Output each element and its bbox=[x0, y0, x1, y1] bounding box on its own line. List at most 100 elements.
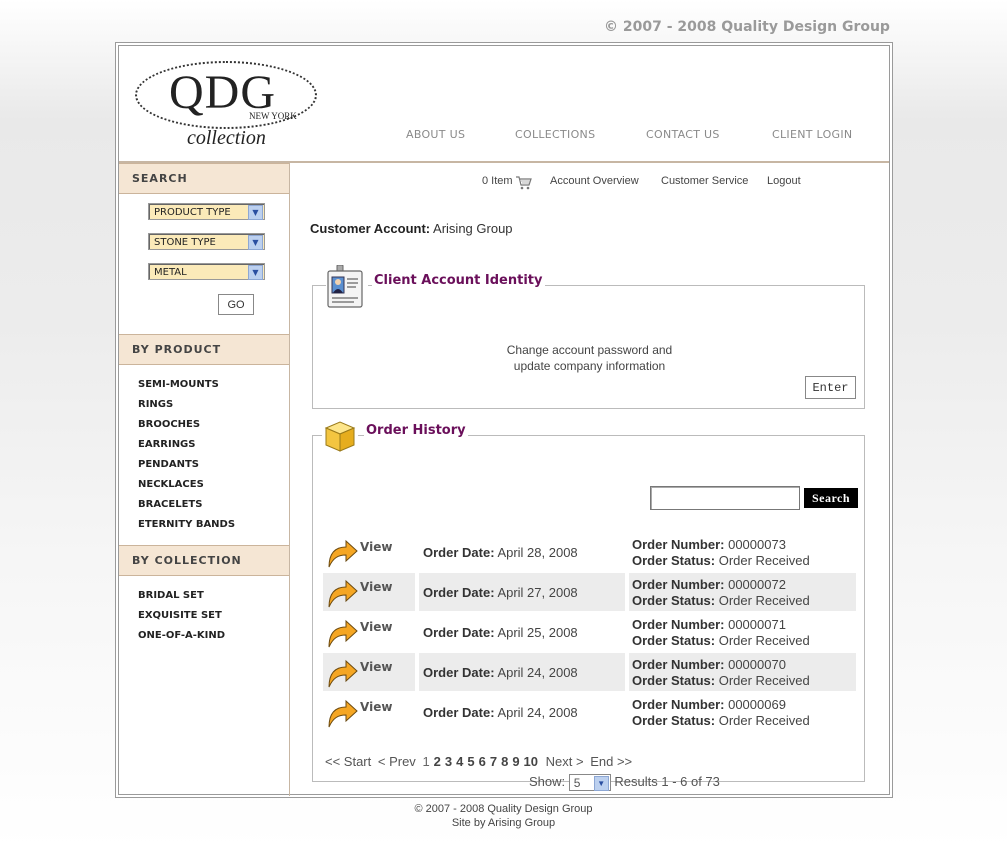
order-status-label: Order Status: bbox=[632, 633, 716, 648]
order-history-box: Order History Search View Order Date: Ap… bbox=[312, 423, 865, 792]
metal-select[interactable]: METAL ▼ bbox=[148, 263, 265, 280]
order-history-title: Order History bbox=[364, 423, 468, 438]
pager-page-5[interactable]: 5 bbox=[467, 754, 474, 769]
order-status-value: Order Received bbox=[718, 553, 810, 568]
view-arrow-icon[interactable] bbox=[326, 698, 358, 728]
product-link-bracelets[interactable]: BRACELETS bbox=[138, 495, 235, 515]
product-link-earrings[interactable]: EARRINGS bbox=[138, 435, 235, 455]
order-search-button[interactable]: Search bbox=[804, 488, 858, 508]
collection-list: BRIDAL SET EXQUISITE SET ONE-OF-A-KIND bbox=[138, 586, 225, 646]
pager-next[interactable]: Next > bbox=[546, 754, 584, 769]
view-arrow-icon[interactable] bbox=[326, 658, 358, 688]
pager-page-3[interactable]: 3 bbox=[445, 754, 452, 769]
customer-account-label: Customer Account: bbox=[310, 221, 431, 236]
product-link-eternity-bands[interactable]: ETERNITY BANDS bbox=[138, 515, 235, 535]
order-row: View Order Date: April 27, 2008 Order Nu… bbox=[323, 573, 856, 613]
chevron-down-icon: ▼ bbox=[248, 265, 263, 280]
footer-credit[interactable]: Site by Arising Group bbox=[0, 816, 1007, 830]
view-link[interactable]: View bbox=[360, 580, 392, 594]
order-status-label: Order Status: bbox=[632, 553, 716, 568]
show-count-select[interactable]: 5 ▼ bbox=[568, 774, 611, 792]
sidebar: SEARCH PRODUCT TYPE ▼ STONE TYPE ▼ METAL… bbox=[119, 163, 290, 796]
product-link-brooches[interactable]: BROOCHES bbox=[138, 415, 235, 435]
pager-page-8[interactable]: 8 bbox=[501, 754, 508, 769]
order-number-value: 00000070 bbox=[728, 657, 786, 672]
collection-link-one-of-a-kind[interactable]: ONE-OF-A-KIND bbox=[138, 626, 225, 646]
view-link[interactable]: View bbox=[360, 660, 392, 674]
client-identity-box: Client Account Identity Change account p… bbox=[312, 273, 865, 409]
enter-button[interactable]: Enter bbox=[805, 376, 856, 399]
view-arrow-icon[interactable] bbox=[326, 618, 358, 648]
pager-page-4[interactable]: 4 bbox=[456, 754, 463, 769]
client-identity-title: Client Account Identity bbox=[372, 273, 545, 288]
pager-page-10[interactable]: 10 bbox=[524, 754, 538, 769]
account-overview-link[interactable]: Account Overview bbox=[550, 175, 639, 187]
nav-contact-us[interactable]: CONTACT US bbox=[646, 128, 720, 141]
product-link-pendants[interactable]: PENDANTS bbox=[138, 455, 235, 475]
footer-copyright: © 2007 - 2008 Quality Design Group bbox=[414, 803, 593, 815]
product-link-necklaces[interactable]: NECKLACES bbox=[138, 475, 235, 495]
view-arrow-icon[interactable] bbox=[326, 538, 358, 568]
order-date-label: Order Date: bbox=[423, 585, 495, 600]
order-date-value: April 24, 2008 bbox=[497, 665, 578, 680]
footer: © 2007 - 2008 Quality Design Group Site … bbox=[0, 802, 1007, 830]
order-date-cell: Order Date: April 25, 2008 bbox=[419, 613, 625, 651]
order-date-label: Order Date: bbox=[423, 705, 495, 720]
order-status-label: Order Status: bbox=[632, 713, 716, 728]
collection-link-exquisite-set[interactable]: EXQUISITE SET bbox=[138, 606, 225, 626]
order-date-label: Order Date: bbox=[423, 665, 495, 680]
order-view-cell[interactable]: View bbox=[323, 533, 415, 571]
order-number-label: Order Number: bbox=[632, 577, 725, 592]
pager-end[interactable]: End >> bbox=[590, 754, 632, 769]
view-link[interactable]: View bbox=[360, 620, 392, 634]
order-status-value: Order Received bbox=[718, 593, 810, 608]
order-search-input[interactable] bbox=[650, 486, 800, 510]
order-info-cell: Order Number: 00000073 Order Status: Ord… bbox=[629, 533, 856, 571]
order-date-value: April 24, 2008 bbox=[497, 705, 578, 720]
show-label: Show: bbox=[529, 774, 566, 789]
stone-type-select-value: STONE TYPE bbox=[154, 237, 216, 248]
order-view-cell[interactable]: View bbox=[323, 653, 415, 691]
order-number-label: Order Number: bbox=[632, 657, 725, 672]
product-link-rings[interactable]: RINGS bbox=[138, 395, 235, 415]
order-list: View Order Date: April 28, 2008 Order Nu… bbox=[323, 533, 856, 733]
pager-page-7[interactable]: 7 bbox=[490, 754, 497, 769]
order-number-value: 00000072 bbox=[728, 577, 786, 592]
show-count-value: 5 bbox=[573, 776, 581, 791]
customer-service-link[interactable]: Customer Service bbox=[661, 175, 748, 187]
product-type-select[interactable]: PRODUCT TYPE ▼ bbox=[148, 203, 265, 220]
view-arrow-icon[interactable] bbox=[326, 578, 358, 608]
search-heading: SEARCH bbox=[119, 163, 289, 194]
order-date-cell: Order Date: April 27, 2008 bbox=[419, 573, 625, 611]
nav-collections[interactable]: COLLECTIONS bbox=[515, 128, 595, 141]
order-info-cell: Order Number: 00000071 Order Status: Ord… bbox=[629, 613, 856, 651]
order-view-cell[interactable]: View bbox=[323, 573, 415, 611]
stone-type-select[interactable]: STONE TYPE ▼ bbox=[148, 233, 265, 250]
order-date-cell: Order Date: April 24, 2008 bbox=[419, 653, 625, 691]
collection-link-bridal-set[interactable]: BRIDAL SET bbox=[138, 586, 225, 606]
header: QDG NEW YORK collection ABOUT US COLLECT… bbox=[119, 46, 889, 163]
qdg-logo[interactable]: QDG NEW YORK collection bbox=[135, 61, 317, 153]
logout-link[interactable]: Logout bbox=[767, 175, 801, 187]
chevron-down-icon: ▼ bbox=[593, 776, 609, 792]
order-view-cell[interactable]: View bbox=[323, 613, 415, 651]
pager-prev[interactable]: < Prev bbox=[378, 754, 416, 769]
cart-icon[interactable] bbox=[516, 176, 532, 190]
nav-client-login[interactable]: CLIENT LOGIN bbox=[772, 128, 852, 141]
view-link[interactable]: View bbox=[360, 700, 392, 714]
pager-page-6[interactable]: 6 bbox=[479, 754, 486, 769]
pager-page-2[interactable]: 2 bbox=[434, 754, 441, 769]
logo-collection-text: collection bbox=[187, 127, 266, 149]
order-date-label: Order Date: bbox=[423, 545, 495, 560]
cart-count[interactable]: 0 Item bbox=[482, 175, 513, 187]
pager-page-1[interactable]: 1 bbox=[422, 754, 429, 769]
pager-start[interactable]: << Start bbox=[325, 754, 371, 769]
nav-about-us[interactable]: ABOUT US bbox=[406, 128, 465, 141]
pager-page-9[interactable]: 9 bbox=[512, 754, 519, 769]
order-view-cell[interactable]: View bbox=[323, 693, 415, 731]
product-link-semi-mounts[interactable]: SEMI-MOUNTS bbox=[138, 375, 235, 395]
go-button[interactable]: GO bbox=[218, 294, 254, 315]
view-link[interactable]: View bbox=[360, 540, 392, 554]
order-number-value: 00000073 bbox=[728, 537, 786, 552]
show-results-line: Show: 5 ▼ Results 1 - 6 of 73 bbox=[529, 774, 720, 792]
